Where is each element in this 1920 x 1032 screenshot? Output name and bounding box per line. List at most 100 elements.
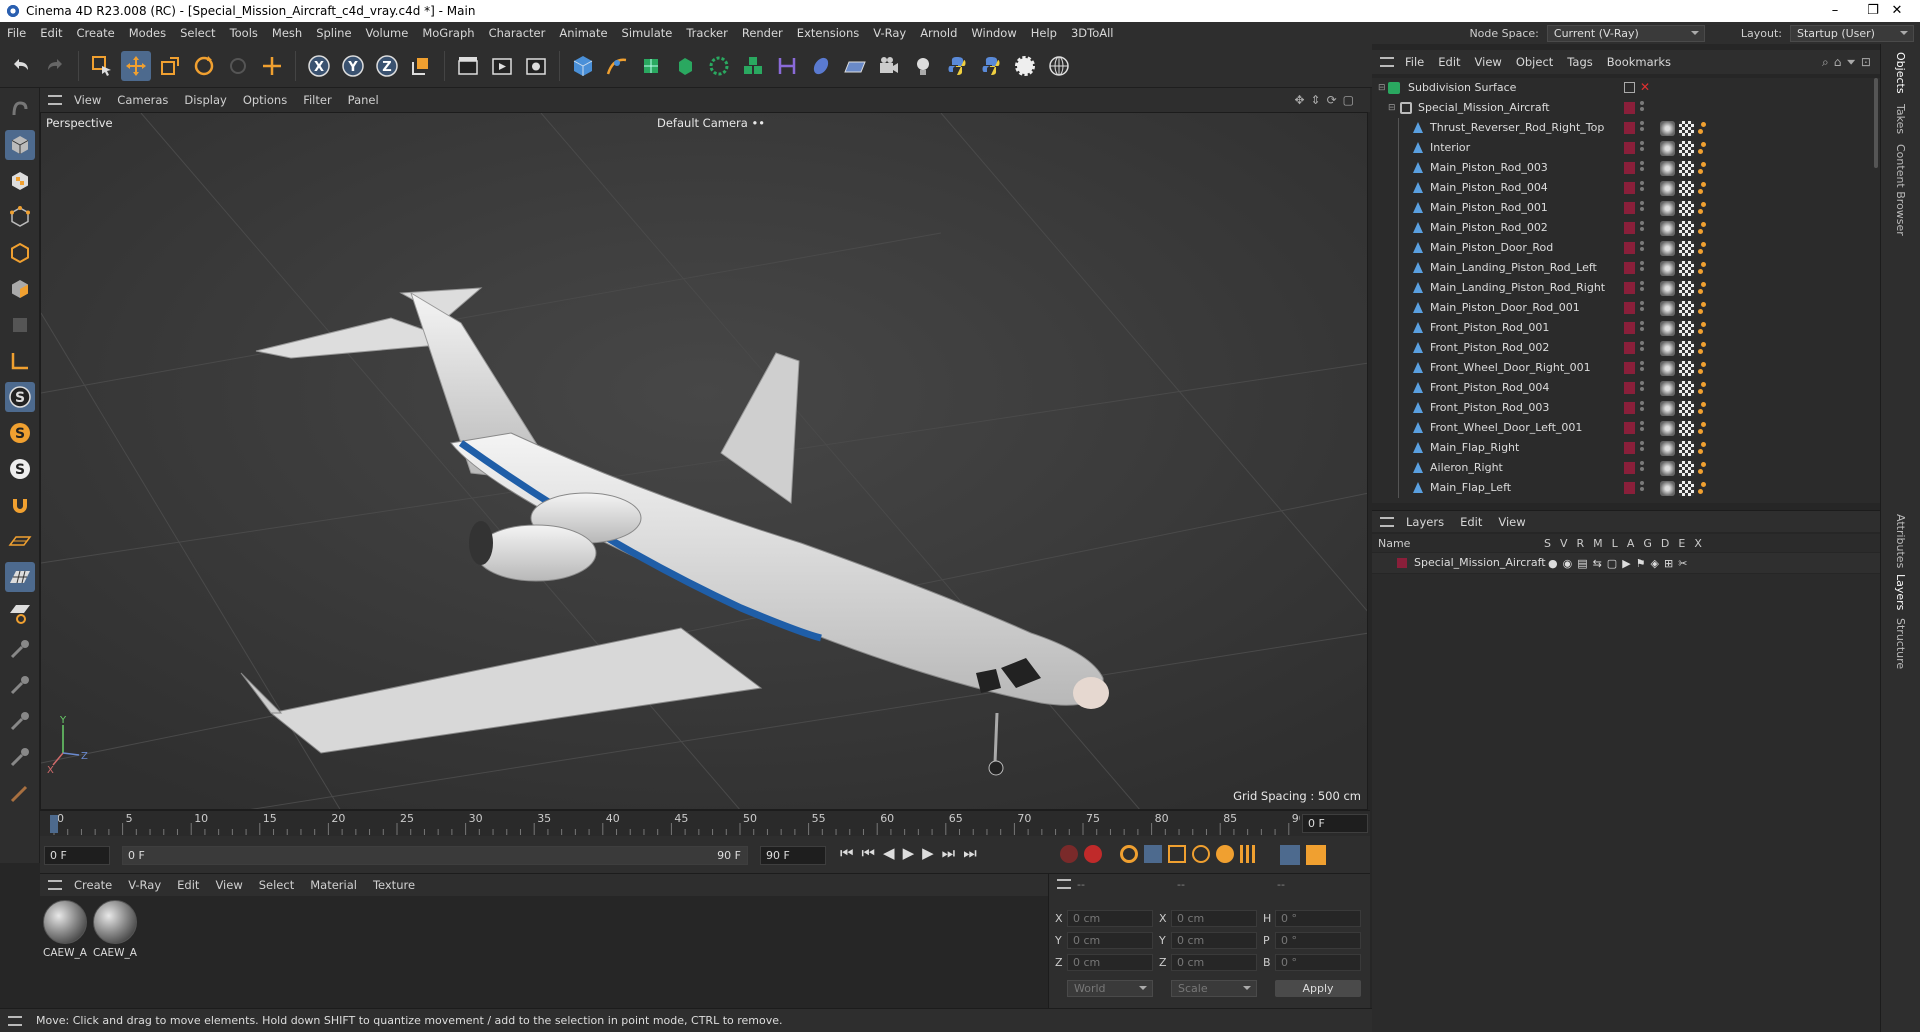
viewport-menu-display[interactable]: Display	[176, 93, 234, 107]
coordinate-system-button[interactable]	[406, 51, 436, 81]
visibility-dots-icon[interactable]	[1640, 461, 1644, 475]
visibility-dots-icon[interactable]	[1640, 281, 1644, 295]
object-menu-edit[interactable]: Edit	[1431, 55, 1467, 69]
object-tree-scrollbar[interactable]	[1874, 78, 1878, 168]
menu-tools[interactable]: Tools	[223, 26, 265, 40]
layer-column-d[interactable]: D	[1661, 537, 1669, 550]
layer-color-swatch[interactable]	[1624, 322, 1635, 334]
brush-button[interactable]	[5, 634, 35, 664]
hamburger-icon[interactable]	[48, 880, 62, 890]
disable-x-icon[interactable]: ✕	[1640, 80, 1650, 94]
next-frame-icon[interactable]: ▶	[922, 844, 934, 862]
playhead[interactable]	[50, 815, 58, 833]
sculpt-button[interactable]	[5, 706, 35, 736]
record-icon[interactable]	[1060, 845, 1078, 863]
floor-button[interactable]	[840, 51, 870, 81]
tree-row[interactable]: Main_Landing_Piston_Rod_Left	[1372, 258, 1880, 278]
texture-tag-icon[interactable]	[1679, 481, 1694, 496]
cloner-button[interactable]	[704, 51, 734, 81]
material-menu-select[interactable]: Select	[251, 878, 302, 892]
layer-menu-edit[interactable]: Edit	[1452, 515, 1490, 529]
phong-tag-icon[interactable]	[1698, 441, 1708, 456]
texture-tag-icon[interactable]	[1679, 321, 1694, 336]
layer-toggle-icons[interactable]: ●◉▤⇆▢▶⚑◈⊞✂	[1548, 557, 1692, 570]
close-button[interactable]: ✕	[1874, 0, 1920, 22]
3d-viewport[interactable]: Y X Z Perspective Default Camera •• Grid…	[40, 112, 1368, 810]
layer-color-swatch[interactable]	[1624, 402, 1635, 414]
visibility-dots-icon[interactable]	[1640, 181, 1644, 195]
layer-column-v[interactable]: V	[1560, 537, 1568, 550]
snap-button[interactable]: S	[4, 382, 35, 412]
render-view-button[interactable]	[487, 51, 517, 81]
hamburger-icon[interactable]	[1380, 516, 1394, 527]
field-button[interactable]	[806, 51, 836, 81]
viewport-nav-icons[interactable]: ✥⇕⟳▢	[1294, 93, 1360, 107]
layer-column-r[interactable]: R	[1577, 537, 1585, 550]
layer-color-swatch[interactable]	[1624, 342, 1635, 354]
move-tool-button[interactable]	[121, 50, 151, 81]
menu-create[interactable]: Create	[70, 26, 122, 40]
tree-row[interactable]: Front_Piston_Rod_003	[1372, 398, 1880, 418]
viewport-menu-filter[interactable]: Filter	[295, 93, 339, 107]
keyframe-selection-icon[interactable]	[1120, 845, 1138, 863]
material-tag-icon[interactable]	[1660, 181, 1675, 196]
texture-tag-icon[interactable]	[1679, 441, 1694, 456]
texture-tag-icon[interactable]	[1679, 421, 1694, 436]
visibility-dots-icon[interactable]	[1640, 481, 1644, 495]
visibility-dots-icon[interactable]	[1640, 101, 1644, 115]
tree-row[interactable]: Aileron_Right	[1372, 458, 1880, 478]
menu-character[interactable]: Character	[482, 26, 553, 40]
python-button[interactable]	[942, 51, 972, 81]
phong-tag-icon[interactable]	[1698, 221, 1708, 236]
x-position-field[interactable]: 0 cm	[1067, 910, 1153, 927]
texture-tag-icon[interactable]	[1679, 121, 1694, 136]
viewport-menu-options[interactable]: Options	[235, 93, 295, 107]
previous-key-icon[interactable]: ⏮	[862, 844, 876, 862]
hamburger-icon[interactable]	[8, 1015, 22, 1026]
texture-tag-icon[interactable]	[1679, 381, 1694, 396]
object-menu-tags[interactable]: Tags	[1560, 55, 1599, 69]
texture-tag-icon[interactable]	[1679, 201, 1694, 216]
key-scale-icon[interactable]	[1168, 845, 1186, 863]
y-size-field[interactable]: 0 cm	[1171, 932, 1257, 949]
tab-layers[interactable]: Layers	[1894, 574, 1907, 610]
material-tag-icon[interactable]	[1660, 321, 1675, 336]
layer-color-swatch[interactable]	[1624, 482, 1635, 494]
render-settings-button[interactable]	[521, 51, 551, 81]
material-tag-icon[interactable]	[1660, 281, 1675, 296]
autokey-icon[interactable]	[1084, 845, 1102, 863]
light-button[interactable]	[908, 51, 938, 81]
collapse-icon[interactable]: ⊟	[1378, 83, 1386, 93]
material-tag-icon[interactable]	[1660, 121, 1675, 136]
y-axis-lock-button[interactable]: Y	[338, 51, 368, 81]
material-tag-icon[interactable]	[1660, 381, 1675, 396]
material-tag-icon[interactable]	[1660, 261, 1675, 276]
layer-color-swatch[interactable]	[1624, 302, 1635, 314]
viewport-menu-cameras[interactable]: Cameras	[109, 93, 176, 107]
pen-spline-button[interactable]	[602, 51, 632, 81]
key-rotation-icon[interactable]	[1192, 845, 1210, 863]
visibility-dots-icon[interactable]	[1640, 421, 1644, 435]
phong-tag-icon[interactable]	[1698, 341, 1708, 356]
tree-row[interactable]: Front_Wheel_Door_Left_001	[1372, 418, 1880, 438]
previous-frame-icon[interactable]: ◀	[883, 844, 895, 862]
node-space-select[interactable]: Current (V-Ray)	[1546, 24, 1705, 42]
visibility-dots-icon[interactable]	[1640, 341, 1644, 355]
layout-select[interactable]: Startup (User)	[1790, 24, 1914, 42]
texture-tag-icon[interactable]	[1679, 141, 1694, 156]
current-frame-field[interactable]: 0 F	[1302, 814, 1368, 833]
layer-color-swatch[interactable]	[1397, 558, 1407, 568]
phong-tag-icon[interactable]	[1698, 321, 1708, 336]
transform-tool-button[interactable]	[257, 51, 287, 81]
visibility-dots-icon[interactable]	[1640, 201, 1644, 215]
tree-row[interactable]: Front_Piston_Rod_001	[1372, 318, 1880, 338]
material-menu-edit[interactable]: Edit	[169, 878, 207, 892]
material-item[interactable]: CAEW_A	[42, 900, 88, 959]
material-tag-icon[interactable]	[1660, 221, 1675, 236]
cube-object-button[interactable]	[568, 51, 598, 81]
x-axis-lock-button[interactable]: X	[304, 51, 334, 81]
workplane-button[interactable]	[5, 526, 35, 556]
material-tag-icon[interactable]	[1660, 141, 1675, 156]
menu-extensions[interactable]: Extensions	[790, 26, 866, 40]
grid-button[interactable]	[4, 562, 35, 592]
